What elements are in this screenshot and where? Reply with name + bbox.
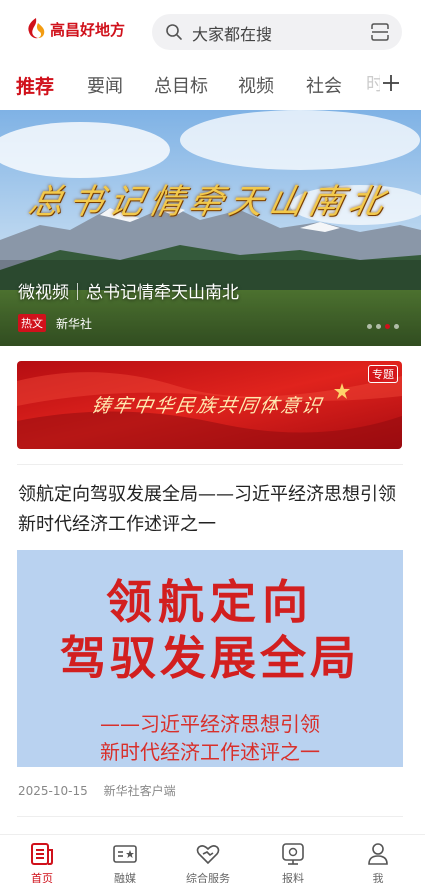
divider xyxy=(17,816,403,817)
article-title[interactable]: 领航定向驾驭发展全局——习近平经济思想引领新时代经济工作述评之一 xyxy=(18,480,408,540)
hero-source: 新华社 xyxy=(56,316,93,331)
nav-profile[interactable]: 我 xyxy=(338,841,418,883)
nav-services[interactable]: 综合服务 xyxy=(168,841,248,883)
nav-services-label: 综合服务 xyxy=(186,872,230,883)
carousel-dot[interactable] xyxy=(367,324,372,329)
cover-headline-line2: 驾驭发展全局 xyxy=(60,631,360,685)
nav-home[interactable]: 首页 xyxy=(2,841,82,883)
hero-meta: 热文 新华社 xyxy=(18,314,92,332)
search-placeholder: 大家都在搜 xyxy=(192,25,273,44)
tab-video[interactable]: 视频 xyxy=(238,72,274,98)
cover-subtitle-line2: 新时代经济工作述评之一 xyxy=(100,740,320,764)
profile-icon xyxy=(368,843,388,865)
services-heart-icon xyxy=(196,845,220,865)
special-topic-badge: 专题 xyxy=(368,365,398,383)
flame-logo-icon xyxy=(28,18,45,39)
tab-society[interactable]: 社会 xyxy=(306,72,342,98)
article-cover-image[interactable]: 领航定向 驾驭发展全局 ——习近平经济思想引领 新时代经济工作述评之一 xyxy=(17,550,403,767)
search-icon xyxy=(166,24,182,40)
carousel-dots xyxy=(367,324,399,329)
nav-profile-label: 我 xyxy=(372,872,384,883)
carousel-dot[interactable] xyxy=(394,324,399,329)
hero-landscape-image xyxy=(0,110,421,346)
special-topic-banner[interactable]: 铸牢中华民族共同体意识 专题 xyxy=(17,361,402,449)
hot-badge: 热文 xyxy=(18,314,46,332)
nav-media-label: 融媒 xyxy=(114,872,136,883)
article-meta: 2025-10-15 新华社客户端 xyxy=(18,782,176,799)
home-news-icon xyxy=(31,843,53,865)
nav-home-label: 首页 xyxy=(31,872,53,883)
nav-media[interactable]: 融媒 xyxy=(85,841,165,883)
carousel-dot[interactable] xyxy=(376,324,381,329)
scan-icon[interactable] xyxy=(370,22,390,42)
article-date: 2025-10-15 xyxy=(18,784,88,798)
nav-report[interactable]: 报料 xyxy=(253,841,333,883)
banner-title: 铸牢中华民族共同体意识 xyxy=(89,395,325,417)
cover-subtitle-line1: ——习近平经济思想引领 xyxy=(100,712,320,736)
report-icon xyxy=(282,843,304,865)
channel-tabs: 推荐 要闻 总目标 视频 社会 时 xyxy=(0,62,425,106)
tab-news[interactable]: 要闻 xyxy=(87,72,123,98)
app-name: 高昌好地方 xyxy=(50,20,126,39)
divider xyxy=(17,464,403,465)
tab-recommend[interactable]: 推荐 xyxy=(16,72,54,99)
carousel-dot-active[interactable] xyxy=(385,324,390,329)
app-logo[interactable]: 高昌好地方 xyxy=(24,17,125,41)
add-channel-icon[interactable] xyxy=(380,72,402,94)
media-icon xyxy=(113,845,137,863)
hero-caption[interactable]: 微视频｜总书记情牵天山南北 xyxy=(18,278,239,303)
tab-general-goal[interactable]: 总目标 xyxy=(154,72,208,98)
article-source: 新华社客户端 xyxy=(103,784,176,798)
hero-carousel[interactable]: 总书记情牵天山南北 微视频｜总书记情牵天山南北 热文 新华社 xyxy=(0,110,421,346)
nav-report-label: 报料 xyxy=(282,872,304,883)
tab-overflow-hint: 时 xyxy=(366,74,380,95)
search-bar[interactable]: 大家都在搜 xyxy=(152,14,402,50)
hero-calligraphy-title: 总书记情牵天山南北 xyxy=(25,182,394,222)
bottom-navigation: 首页 融媒 综合服务 报料 我 xyxy=(0,834,425,883)
top-header: 高昌好地方 大家都在搜 xyxy=(0,0,425,62)
